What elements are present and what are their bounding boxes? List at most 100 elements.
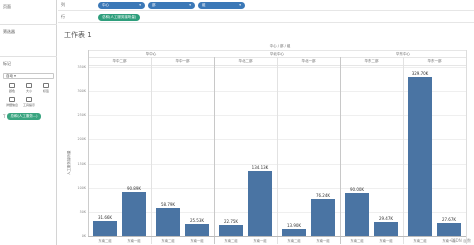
bar [93,220,117,236]
column-pill-dept-label: 部 [152,2,156,7]
color-label: 颜色 [8,89,15,93]
y-tick-label: 300K [77,89,86,94]
header-dept: 华北二部 [238,59,253,63]
size-label: 大小 [25,89,32,93]
dept-divider [151,57,152,244]
columns-shelf[interactable]: 列 中心 ▾ 部 ▾ 组 ▾ [58,0,474,11]
bar [184,223,209,236]
marks-card-title: 标记 [3,61,11,66]
bar-value-label: 13.90K [286,223,302,229]
bar [310,199,335,236]
bar-value-label: 76.24K [315,193,331,199]
tooltip-button[interactable]: 工具提示 [22,97,36,109]
y-axis-title: 人工服务接听量 [67,150,71,176]
x-tick-label: 东南二组 [224,239,238,243]
bar [345,192,369,236]
color-icon [9,83,15,88]
detail-button[interactable]: 详细信息 [5,97,19,109]
row-pill-measure[interactable]: 总和(人工服务接听量) [98,13,141,21]
rows-shelf[interactable]: 行 总和(人工服务接听量) [58,12,474,23]
bar [156,207,180,236]
x-axis-line [88,236,466,237]
y-tick-label: 50K [79,209,86,214]
measure-pill[interactable]: 总和(人工服务...) [7,113,41,120]
header-dept: 华中一部 [175,59,190,63]
filters-card: 筛选器 [0,24,57,39]
bar-value-label: 90.89K [126,186,142,192]
column-pill-center[interactable]: 中心 ▾ [98,1,145,9]
x-tick-label: 东南二组 [287,239,301,243]
size-icon [26,83,32,88]
label-icon [43,83,49,88]
bar-value-label: 58.79K [160,201,176,207]
y-tick-label: 250K [77,113,86,118]
column-pill-group-label: 组 [202,2,206,7]
y-tick-label: 0K [81,234,86,238]
bar-value-label: 27.67K [441,216,457,222]
marks-card: 标记 自动 ▾ 颜色 大小 标签 详细信息 工具提示 T 总和(人工服务...) [0,56,57,123]
bar [282,229,306,236]
x-tick-label: 东南二组 [98,239,112,243]
chevron-down-icon: ▾ [139,2,141,7]
rows-shelf-label: 行 [61,14,65,19]
color-button[interactable]: 颜色 [5,83,19,95]
bar-value-label: 25.53K [189,217,205,223]
x-tick-label: 东南一组 [442,239,456,243]
chevron-down-icon: ▾ [189,2,191,7]
bar-value-label: 90.00K [349,186,365,192]
x-tick-label: 东南一组 [316,239,330,243]
detail-icon [9,97,15,102]
dept-divider [277,57,278,244]
columns-shelf-label: 列 [61,2,65,7]
bar [219,225,243,236]
bar [408,76,432,236]
marks-type-dropdown[interactable]: 自动 ▾ [3,73,54,79]
bar-value-label: 29.47K [378,215,394,221]
header-top: 中心 / 部 / 组 [269,44,291,48]
y-tick-label: 350K [77,65,86,69]
x-tick-label: 东南一组 [379,239,393,243]
bar-value-label: 329.70K [411,70,429,76]
tooltip-label: 工具提示 [22,103,35,107]
y-tick-label: 100K [77,185,86,190]
bar-value-label: 22.75K [223,219,239,224]
dept-divider [340,57,341,244]
bar-value-label: 31.66K [97,214,113,220]
x-tick-label: 东南一组 [253,239,267,243]
x-tick-label: 东南二组 [413,239,427,243]
x-tick-label: 东南二组 [161,239,175,243]
bar [121,192,146,236]
tooltip-icon [26,97,32,102]
chevron-down-icon: ▾ [239,2,241,7]
x-tick-label: 东南二组 [350,239,364,243]
dept-divider [403,57,404,244]
header-dept: 华东二部 [364,59,379,63]
x-tick-label: 东南一组 [127,239,141,243]
dept-divider [214,57,215,244]
y-axis-line [88,50,89,236]
header-dept: 华东一部 [427,59,442,63]
header-dept: 华中二部 [112,59,127,63]
header-divider [88,50,466,51]
bar-value-label: 134.13K [251,165,269,171]
detail-label: 详细信息 [5,103,18,107]
size-button[interactable]: 大小 [22,83,36,95]
label-button[interactable]: 标签 [39,83,53,95]
column-pill-group[interactable]: 组 ▾ [198,1,245,9]
column-pill-center-label: 中心 [102,2,109,7]
marks-type-value: 自动 [6,74,13,78]
filters-card-title: 筛选器 [3,29,15,34]
x-tick-label: 东南一组 [190,239,204,243]
sheet-title: 工作表 1 [64,31,92,39]
label-mark-icon: T [3,114,6,119]
bar [373,221,398,236]
label-label: 标签 [42,89,49,93]
header-dept: 华北一部 [301,59,316,63]
y-tick-label: 200K [77,137,86,142]
right-border [466,50,467,244]
tableau-workspace: { "left": { "pages_title": "页面", "filter… [0,0,474,245]
pages-card-title: 页面 [3,4,11,9]
left-panel: 页面 筛选器 标记 自动 ▾ 颜色 大小 标签 详细信息 工具提示 T 总和(人… [0,0,57,245]
column-pill-dept[interactable]: 部 ▾ [148,1,195,9]
bar [247,171,272,236]
